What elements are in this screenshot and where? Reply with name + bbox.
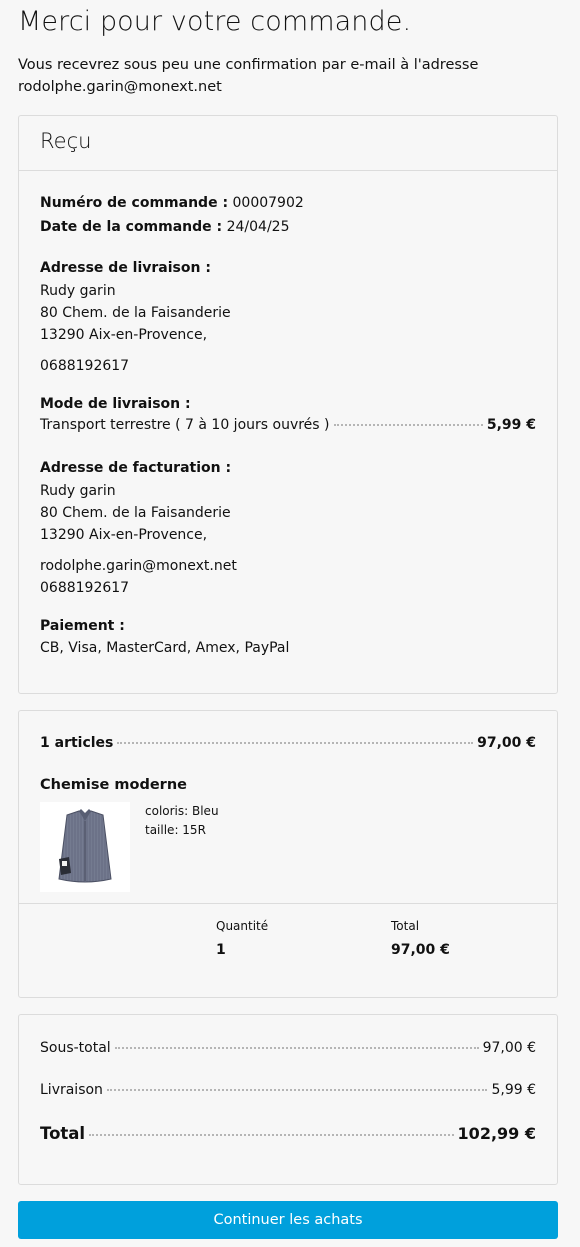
billing-name: Rudy garin <box>40 483 116 499</box>
confirmation-text: Vous recevrez sous peu une confirmation … <box>18 57 479 73</box>
subtotal-row: Sous-total 97,00 € <box>40 1040 536 1056</box>
subtotal-label: Sous-total <box>40 1040 111 1056</box>
order-number: 00007902 <box>232 195 304 211</box>
receipt-card: Reçu Numéro de commande : 00007902 Date … <box>18 115 558 694</box>
payment-methods: CB, Visa, MasterCard, Amex, PayPal <box>40 640 290 656</box>
shipping-total-value: 5,99 € <box>491 1082 536 1098</box>
quantity-value: 1 <box>216 942 226 958</box>
confirmation-email: rodolphe.garin@monext.net <box>18 79 222 95</box>
billing-city: 13290 Aix-en-Provence, <box>40 527 208 543</box>
grand-total-row: Total 102,99 € <box>40 1124 536 1143</box>
totals-card: Sous-total 97,00 € Livraison 5,99 € Tota… <box>18 1014 558 1185</box>
shipping-mode: Transport terrestre ( 7 à 10 jours ouvré… <box>40 417 330 433</box>
dotted-leader <box>114 1047 479 1049</box>
line-total-label: Total <box>391 919 420 933</box>
dotted-leader <box>89 1134 454 1136</box>
shipping-name: Rudy garin <box>40 283 116 299</box>
articles-card: 1 articles 97,00 € Chemise moderne color… <box>18 710 558 998</box>
continue-shopping-button[interactable]: Continuer les achats <box>18 1201 558 1239</box>
billing-phone: 0688192617 <box>40 580 130 596</box>
order-number-row: Numéro de commande : 00007902 <box>40 192 304 214</box>
grand-total-value: 102,99 € <box>457 1124 536 1143</box>
shipping-mode-price: 5,99 € <box>486 417 536 433</box>
order-confirmation-page: Merci pour votre commande. Vous recevrez… <box>0 0 580 1247</box>
billing-address-label: Adresse de facturation : <box>40 460 232 476</box>
shipping-street: 80 Chem. de la Faisanderie <box>40 305 231 321</box>
shipping-mode-row: Transport terrestre ( 7 à 10 jours ouvré… <box>40 417 536 433</box>
shipping-total-row: Livraison 5,99 € <box>40 1082 536 1098</box>
billing-email: rodolphe.garin@monext.net <box>40 558 237 574</box>
quantity-label: Quantité <box>216 919 269 933</box>
divider <box>19 903 557 904</box>
order-date-label: Date de la commande : <box>40 219 223 235</box>
payment-label: Paiement : <box>40 618 125 634</box>
articles-count: 1 articles <box>40 735 114 751</box>
line-total-value: 97,00 € <box>391 942 450 958</box>
order-number-label: Numéro de commande : <box>40 195 229 211</box>
articles-total: 97,00 € <box>477 735 536 751</box>
dotted-leader <box>333 424 483 426</box>
shipping-mode-label: Mode de livraison : <box>40 396 191 412</box>
grand-total-label: Total <box>40 1124 86 1143</box>
order-date: 24/04/25 <box>226 219 290 235</box>
product-image[interactable] <box>40 802 130 892</box>
shipping-total-label: Livraison <box>40 1082 103 1098</box>
dotted-leader <box>117 742 474 744</box>
page-title: Merci pour votre commande. <box>18 6 412 37</box>
product-size: taille: 15R <box>145 823 206 837</box>
shipping-address-label: Adresse de livraison : <box>40 260 211 276</box>
billing-street: 80 Chem. de la Faisanderie <box>40 505 231 521</box>
product-name: Chemise moderne <box>40 777 187 793</box>
shirt-icon <box>58 809 112 883</box>
subtotal-value: 97,00 € <box>482 1040 536 1056</box>
shipping-city: 13290 Aix-en-Provence, <box>40 327 208 343</box>
articles-count-row: 1 articles 97,00 € <box>40 735 536 751</box>
shipping-phone: 0688192617 <box>40 358 130 374</box>
confirmation-message: Vous recevrez sous peu une confirmation … <box>18 54 558 98</box>
order-date-row: Date de la commande : 24/04/25 <box>40 216 289 238</box>
product-color: coloris: Bleu <box>145 804 219 818</box>
dotted-leader <box>106 1089 488 1091</box>
receipt-title: Reçu <box>19 116 557 171</box>
